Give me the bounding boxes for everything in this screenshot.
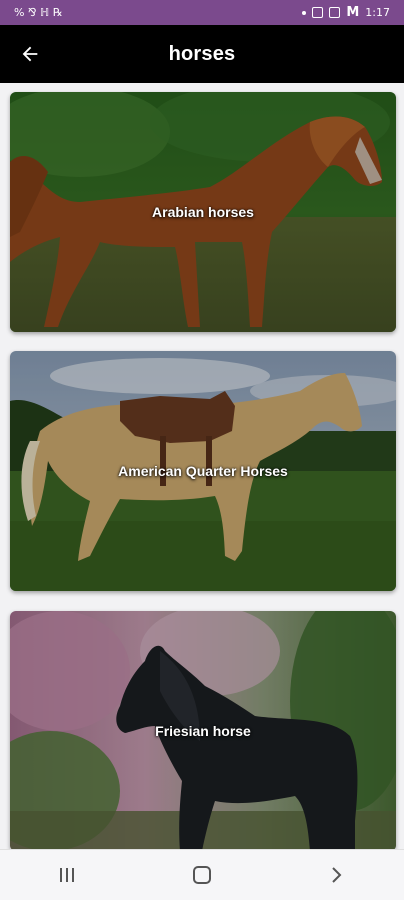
home-button[interactable] (172, 855, 232, 895)
status-left-icons: % ⅋ ℍ ℞ (14, 6, 63, 19)
horse-list[interactable]: Arabian horses American Quarter Horses F… (0, 83, 404, 850)
recents-icon (60, 868, 75, 882)
status-time: 1:17 (365, 6, 390, 19)
card-label: American Quarter Horses (118, 463, 288, 479)
nav-back-button[interactable] (307, 855, 367, 895)
app-notification-icon (312, 7, 324, 18)
card-label: Friesian horse (155, 723, 251, 739)
notification-dot-icon (302, 10, 307, 15)
horse-card-friesian[interactable]: Friesian horse (10, 611, 396, 850)
gmail-icon: M (346, 5, 360, 20)
recents-button[interactable] (37, 855, 97, 895)
app-bar: horses (0, 25, 404, 83)
chevron-right-icon (331, 867, 342, 883)
horse-card-american-quarter[interactable]: American Quarter Horses (10, 351, 396, 591)
card-label: Arabian horses (152, 204, 254, 220)
status-bar: % ⅋ ℍ ℞ M 1:17 (0, 0, 404, 25)
horse-card-arabian[interactable]: Arabian horses (10, 92, 396, 332)
system-nav-bar (0, 849, 404, 900)
page-title: horses (168, 42, 236, 65)
arrow-left-icon (22, 46, 38, 62)
status-right: M 1:17 (302, 5, 390, 20)
home-icon (192, 866, 211, 884)
back-button[interactable] (12, 36, 48, 72)
app-notification-icon-2 (329, 7, 341, 18)
